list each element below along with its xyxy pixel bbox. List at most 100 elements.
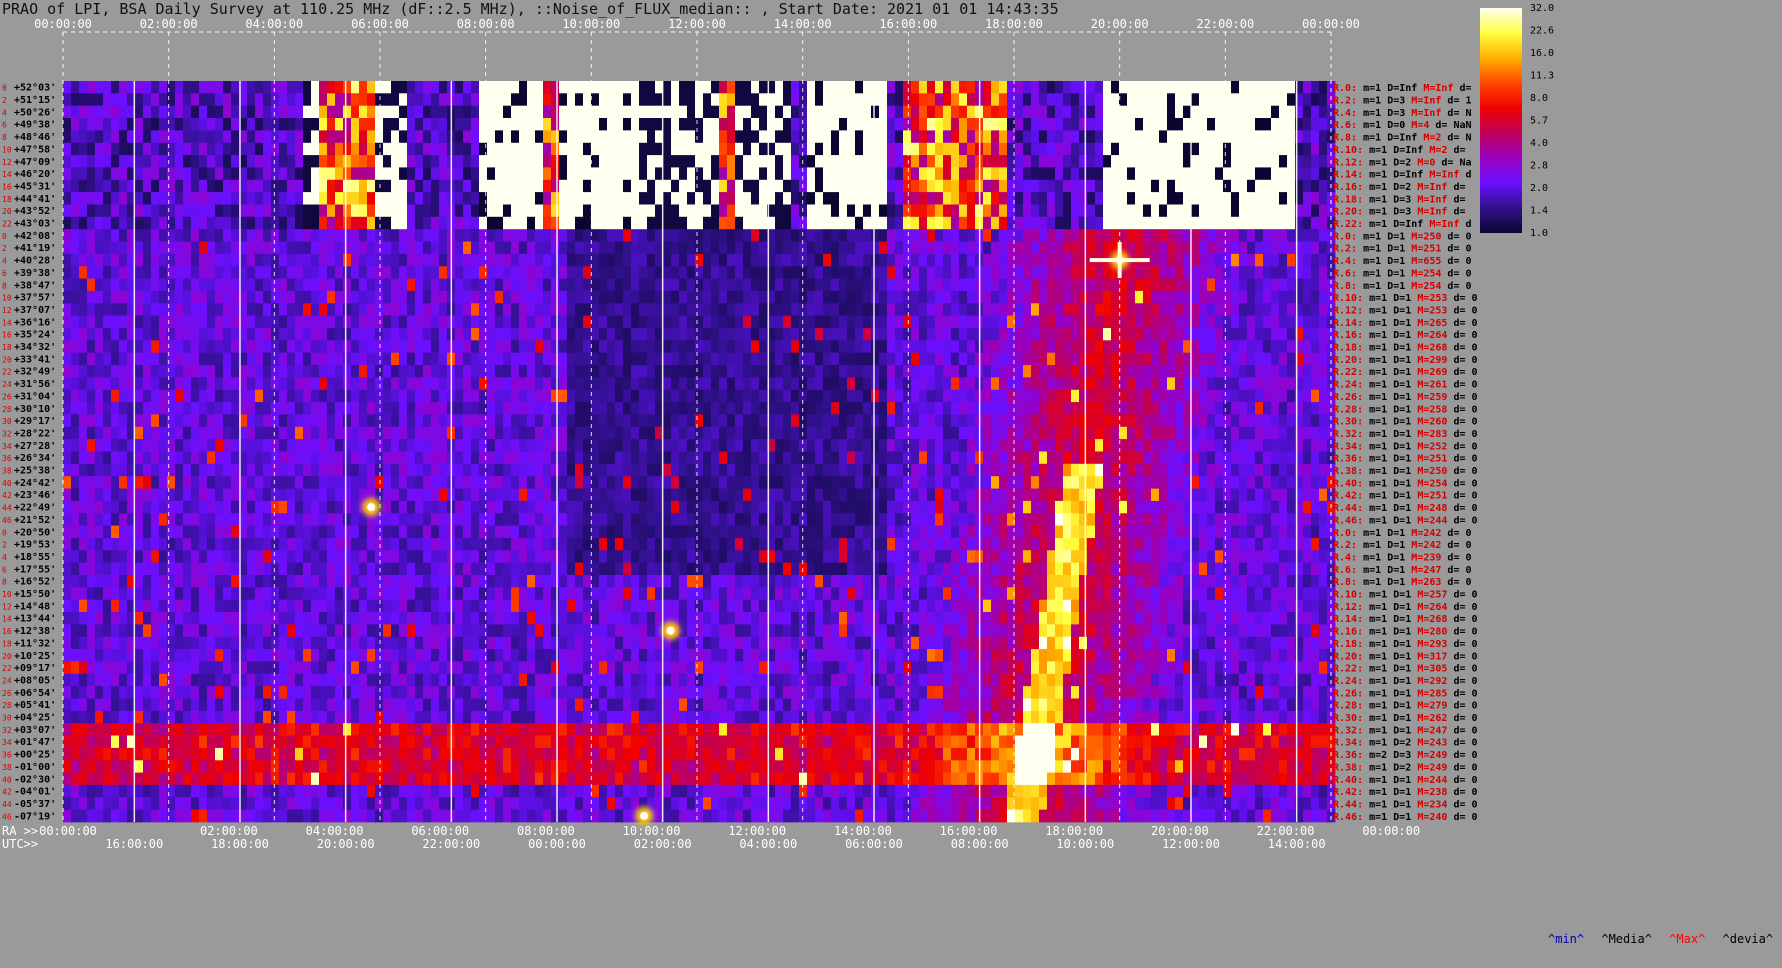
heat-cell bbox=[967, 204, 976, 218]
heat-cell bbox=[1207, 155, 1216, 168]
heat-cell bbox=[1247, 204, 1256, 218]
heat-cell bbox=[1143, 328, 1152, 341]
heat-cell bbox=[663, 105, 672, 119]
heat-cell bbox=[735, 93, 744, 107]
heat-cell bbox=[1047, 179, 1056, 193]
heat-cell bbox=[511, 81, 520, 94]
heat-cell bbox=[63, 204, 72, 218]
heat-cell bbox=[183, 118, 192, 131]
heat-cell bbox=[1135, 130, 1144, 144]
heat-cell bbox=[791, 414, 800, 428]
heat-cell bbox=[95, 303, 104, 317]
heat-cell bbox=[871, 340, 880, 354]
heat-cell bbox=[991, 290, 1000, 304]
heat-cell bbox=[183, 352, 192, 366]
heat-cell bbox=[1207, 290, 1216, 304]
heat-cell bbox=[407, 328, 416, 341]
heat-cell bbox=[415, 167, 424, 181]
heat-cell bbox=[1231, 377, 1240, 391]
heat-cell bbox=[719, 229, 728, 242]
heat-cell bbox=[159, 352, 168, 366]
heat-cell bbox=[631, 451, 640, 465]
heat-cell bbox=[591, 105, 600, 119]
heat-cell bbox=[887, 216, 896, 230]
heat-cell bbox=[543, 266, 552, 280]
heat-cell bbox=[1271, 93, 1280, 107]
heat-cell bbox=[567, 266, 576, 280]
heat-cell bbox=[871, 402, 880, 415]
heat-cell bbox=[599, 365, 608, 378]
heat-cell bbox=[919, 266, 928, 280]
heat-cell bbox=[903, 352, 912, 366]
heat-cell bbox=[927, 402, 936, 415]
heat-cell bbox=[231, 352, 240, 366]
heat-cell bbox=[1287, 340, 1296, 354]
heat-cell bbox=[1247, 155, 1256, 168]
heat-cell bbox=[111, 328, 120, 341]
heat-cell bbox=[255, 130, 264, 144]
heat-cell bbox=[119, 328, 128, 341]
heat-cell bbox=[343, 303, 352, 317]
heat-cell bbox=[247, 451, 256, 465]
heat-cell bbox=[311, 352, 320, 366]
heat-cell bbox=[1111, 142, 1120, 156]
heat-cell bbox=[1215, 426, 1224, 440]
heat-cell bbox=[759, 278, 768, 292]
heat-cell bbox=[287, 303, 296, 317]
heat-cell bbox=[143, 377, 152, 391]
heat-cell bbox=[671, 253, 680, 267]
heat-cell bbox=[687, 389, 696, 403]
heatmap-cells bbox=[63, 81, 1336, 823]
heat-cell bbox=[631, 253, 640, 267]
heat-cell bbox=[471, 253, 480, 267]
heat-cell bbox=[759, 105, 768, 119]
heat-cell bbox=[143, 118, 152, 131]
heat-cell bbox=[623, 451, 632, 465]
heat-cell bbox=[455, 377, 464, 391]
heat-cell bbox=[1143, 179, 1152, 193]
heat-cell bbox=[727, 142, 736, 156]
heat-cell bbox=[647, 352, 656, 366]
heat-cell bbox=[1183, 229, 1192, 242]
heat-cell bbox=[255, 402, 264, 415]
heat-cell bbox=[415, 303, 424, 317]
heat-cell bbox=[543, 389, 552, 403]
heat-cell bbox=[775, 93, 784, 107]
heat-cell bbox=[855, 439, 864, 452]
heat-cell bbox=[887, 377, 896, 391]
heat-cell bbox=[1119, 414, 1128, 428]
heat-cell bbox=[375, 328, 384, 341]
heat-cell bbox=[895, 328, 904, 341]
heat-cell bbox=[503, 451, 512, 465]
heat-cell bbox=[1159, 118, 1168, 131]
heat-cell bbox=[535, 328, 544, 341]
heat-cell bbox=[839, 365, 848, 378]
heat-cell bbox=[1119, 328, 1128, 341]
heat-cell bbox=[991, 315, 1000, 329]
heat-cell bbox=[967, 303, 976, 317]
heat-cell bbox=[647, 93, 656, 107]
heat-cell bbox=[727, 352, 736, 366]
heat-cell bbox=[615, 315, 624, 329]
heat-cell bbox=[623, 241, 632, 255]
heat-cell bbox=[175, 389, 184, 403]
heat-cell bbox=[559, 155, 568, 168]
heat-cell bbox=[1103, 118, 1112, 131]
heat-cell bbox=[663, 81, 672, 94]
heat-cell bbox=[983, 340, 992, 354]
heat-cell bbox=[631, 142, 640, 156]
heat-cell bbox=[415, 93, 424, 107]
heat-cell bbox=[295, 340, 304, 354]
heat-cell bbox=[87, 167, 96, 181]
heat-cell bbox=[1263, 93, 1272, 107]
heat-cell bbox=[231, 81, 240, 94]
heat-cell bbox=[895, 216, 904, 230]
heat-cell bbox=[415, 192, 424, 205]
heat-cell bbox=[687, 192, 696, 205]
heat-cell bbox=[391, 290, 400, 304]
heat-cell bbox=[919, 81, 928, 94]
heat-cell bbox=[711, 229, 720, 242]
heat-cell bbox=[199, 426, 208, 440]
heat-cell bbox=[927, 290, 936, 304]
heat-cell bbox=[1039, 253, 1048, 267]
